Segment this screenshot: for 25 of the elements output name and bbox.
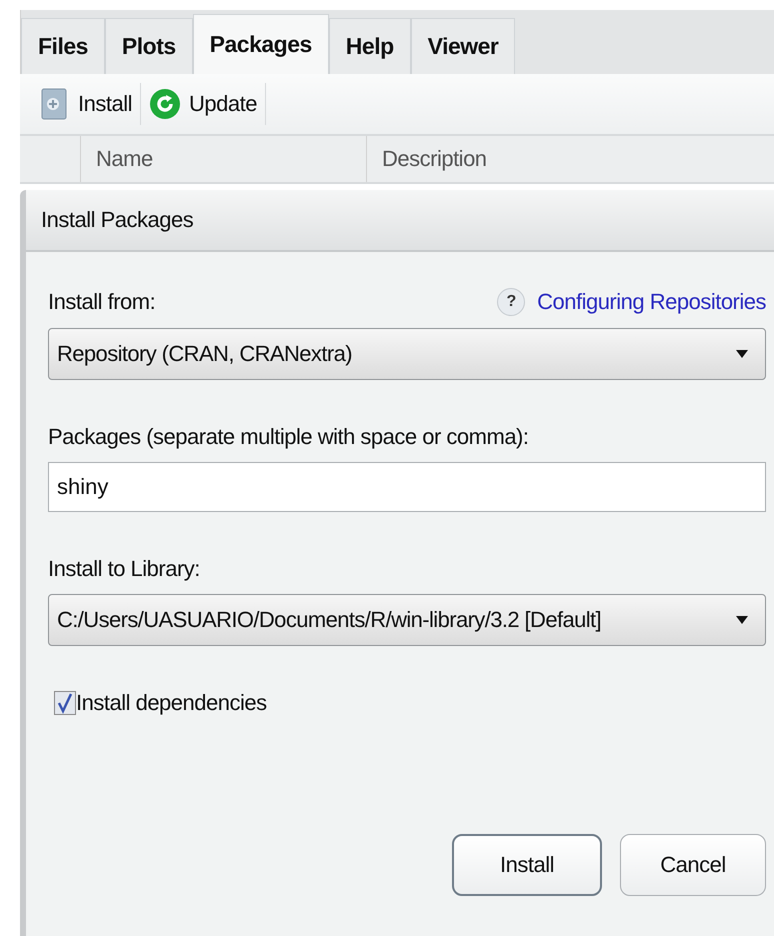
dialog-title: Install Packages bbox=[41, 207, 194, 233]
caret-icon bbox=[735, 349, 749, 359]
column-header[interactable]: Name bbox=[81, 136, 367, 182]
help-link[interactable]: Configuring Repositories bbox=[537, 289, 766, 315]
column-header[interactable]: Description bbox=[367, 136, 774, 182]
input-field[interactable]: shiny bbox=[48, 462, 766, 512]
dropdown[interactable]: C:/Users/UASUARIO/Documents/R/win-library/3.2 [Default] bbox=[48, 594, 766, 646]
toolbar-button[interactable]: Install bbox=[32, 87, 140, 121]
tab[interactable]: Help bbox=[328, 18, 411, 74]
dropdown[interactable]: Repository (CRAN, CRANextra) bbox=[48, 328, 766, 380]
caret-icon bbox=[735, 615, 749, 625]
help-icon[interactable]: ? bbox=[497, 288, 526, 316]
dialog-button[interactable]: Cancel bbox=[620, 834, 766, 896]
tab[interactable]: Files bbox=[21, 18, 105, 74]
checkbox[interactable] bbox=[54, 691, 76, 715]
field-label: Install to Library: bbox=[48, 556, 201, 582]
dialog-button[interactable]: Install bbox=[452, 834, 602, 896]
tab[interactable]: Plots bbox=[104, 18, 193, 74]
tab[interactable]: Packages bbox=[192, 14, 329, 74]
tab[interactable]: Viewer bbox=[410, 18, 516, 74]
field-label: Install from: bbox=[48, 289, 156, 315]
checkbox-label[interactable]: Install dependencies bbox=[76, 690, 267, 716]
toolbar-button[interactable]: Update bbox=[140, 88, 265, 120]
field-label: Packages (separate multiple with space or comma): bbox=[48, 424, 530, 450]
refresh-icon bbox=[148, 88, 181, 120]
